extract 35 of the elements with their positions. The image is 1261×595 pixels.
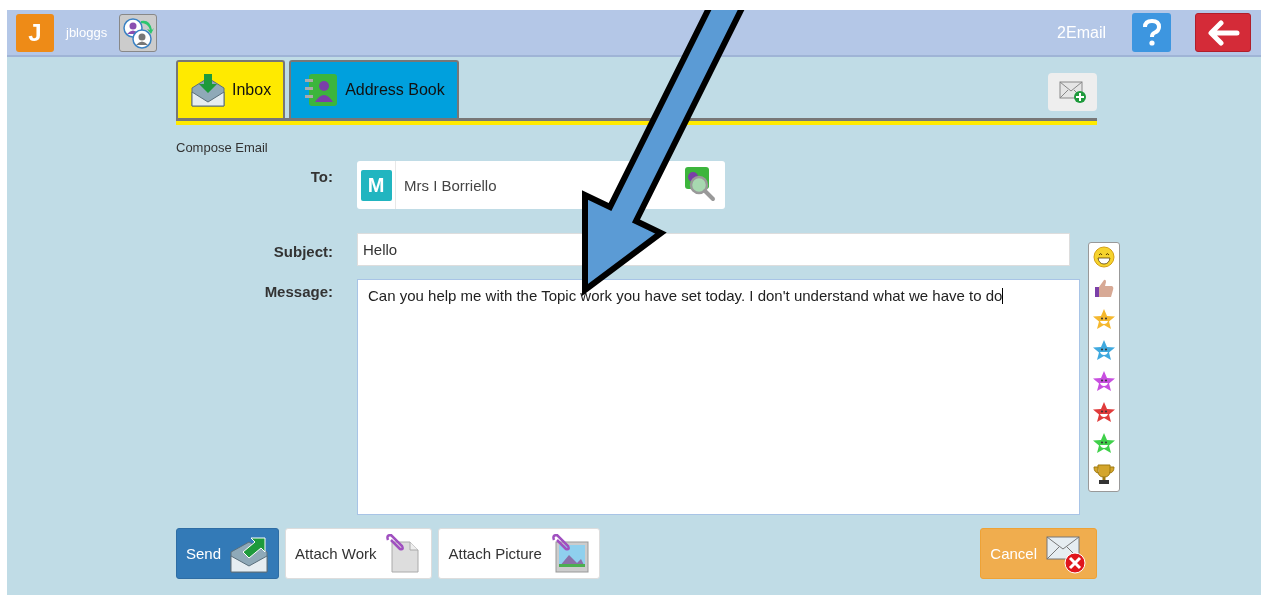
app-title: 2Email xyxy=(1057,23,1106,42)
envelope-download-icon xyxy=(190,72,226,108)
tab[interactable]: Address Book xyxy=(289,60,459,118)
subject-field[interactable]: Hello xyxy=(357,233,1070,266)
address-book-icon xyxy=(303,72,340,108)
section-heading: Compose Email xyxy=(176,140,269,155)
thumbs-up-icon[interactable] xyxy=(1093,277,1115,299)
smiling-star-icon[interactable] xyxy=(1092,401,1116,423)
field-label: To: xyxy=(309,167,333,187)
grinning-face-icon[interactable] xyxy=(1093,246,1115,268)
new-email-button[interactable] xyxy=(1048,72,1097,111)
message-field[interactable]: Can you help me with the Topic work you have set today. I don't understand what we have to do xyxy=(357,279,1080,515)
attach-work-button[interactable]: Attach Work xyxy=(285,528,433,579)
back-button[interactable] xyxy=(1195,13,1251,52)
envelope-plus-icon xyxy=(1058,79,1087,104)
trophy-icon[interactable] xyxy=(1093,463,1115,485)
smiling-star-icon[interactable] xyxy=(1092,308,1116,330)
attach-picture-button[interactable]: Attach Picture xyxy=(438,528,600,579)
smiling-star-icon[interactable] xyxy=(1092,370,1116,392)
recipient-avatar: M xyxy=(360,169,392,201)
field-label: Subject: xyxy=(272,242,333,262)
field-label: Message: xyxy=(263,282,333,302)
help-button[interactable] xyxy=(1132,13,1171,52)
smiling-star-icon[interactable] xyxy=(1092,432,1116,454)
switch-user-button[interactable] xyxy=(119,13,158,52)
smiling-star-icon[interactable] xyxy=(1092,339,1116,361)
username: jbloggs xyxy=(66,25,108,40)
paperclip-picture-icon xyxy=(549,533,590,574)
tab[interactable]: Inbox xyxy=(176,60,286,118)
user-avatar: J xyxy=(16,13,54,52)
users-icon xyxy=(121,15,156,50)
send-button[interactable]: Send xyxy=(176,528,280,579)
left-arrow-icon xyxy=(1206,19,1240,46)
question-mark-icon xyxy=(1141,18,1162,47)
recipient-name: Mrs I Borriello xyxy=(404,176,498,194)
